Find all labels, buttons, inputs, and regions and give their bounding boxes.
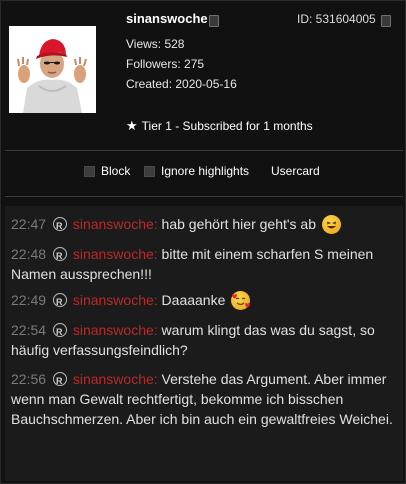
chat-message: 22:56 sinanswoche: Verstehe das Argument… bbox=[11, 369, 397, 429]
chat-log: 22:47 sinanswoche: hab gehört hier geht'… bbox=[5, 206, 403, 481]
copy-id-icon[interactable] bbox=[378, 15, 391, 29]
message-timestamp: 22:56 bbox=[11, 371, 47, 387]
message-timestamp: 22:54 bbox=[11, 322, 47, 338]
chat-message: 22:49 sinanswoche: Daaaanke bbox=[11, 290, 397, 312]
message-author[interactable]: sinanswoche: bbox=[73, 371, 158, 387]
tier-label: Tier 1 - Subscribed for 1 months bbox=[141, 119, 313, 133]
chat-message: 22:47 sinanswoche: hab gehört hier geht'… bbox=[11, 214, 397, 236]
star-icon: ★ bbox=[126, 118, 138, 133]
message-timestamp: 22:48 bbox=[11, 246, 47, 262]
message-timestamp: 22:47 bbox=[11, 216, 47, 232]
ignore-highlights-checkbox[interactable] bbox=[144, 166, 155, 177]
usercard-popup: sinanswoche ID: 531604005 Views: 528 Fol… bbox=[0, 0, 406, 484]
block-label[interactable]: Block bbox=[101, 164, 130, 178]
message-text: hab gehört hier geht's ab bbox=[161, 216, 316, 232]
block-checkbox[interactable] bbox=[84, 166, 95, 177]
registered-badge-icon bbox=[52, 322, 67, 342]
registered-badge-icon bbox=[52, 292, 67, 312]
divider bbox=[5, 196, 403, 197]
message-author[interactable]: sinanswoche: bbox=[73, 322, 158, 338]
followers-count: Followers: 275 bbox=[126, 57, 205, 71]
message-timestamp: 22:49 bbox=[11, 292, 47, 308]
chat-message: 22:54 sinanswoche: warum klingt das was … bbox=[11, 320, 397, 360]
copy-username-icon[interactable] bbox=[206, 15, 219, 29]
user-actions: Block Ignore highlights Usercard bbox=[1, 164, 406, 184]
registered-badge-icon bbox=[52, 246, 67, 266]
created-date: Created: 2020-05-16 bbox=[126, 77, 237, 91]
smiling-hearts-emoji-icon bbox=[231, 291, 251, 310]
ignore-highlights-label[interactable]: Ignore highlights bbox=[161, 164, 249, 178]
user-id: ID: 531604005 bbox=[297, 12, 376, 26]
views-count: Views: 528 bbox=[126, 37, 185, 51]
subscription-tier: ★ Tier 1 - Subscribed for 1 months bbox=[126, 118, 313, 134]
message-author[interactable]: sinanswoche: bbox=[73, 292, 158, 308]
avatar bbox=[9, 26, 96, 113]
usercard-link[interactable]: Usercard bbox=[271, 164, 320, 178]
message-author[interactable]: sinanswoche: bbox=[73, 216, 158, 232]
message-text: Verstehe das Argument. Aber immer wenn m… bbox=[11, 371, 393, 427]
registered-badge-icon bbox=[52, 216, 67, 236]
divider bbox=[5, 150, 403, 151]
message-author[interactable]: sinanswoche: bbox=[73, 246, 158, 262]
grinning-squint-emoji-icon bbox=[321, 215, 341, 234]
registered-badge-icon bbox=[52, 371, 67, 391]
chat-message: 22:48 sinanswoche: bitte mit einem schar… bbox=[11, 244, 397, 284]
avatar-image bbox=[9, 26, 96, 113]
username: sinanswoche bbox=[126, 11, 208, 26]
message-text: Daaaanke bbox=[161, 292, 226, 308]
